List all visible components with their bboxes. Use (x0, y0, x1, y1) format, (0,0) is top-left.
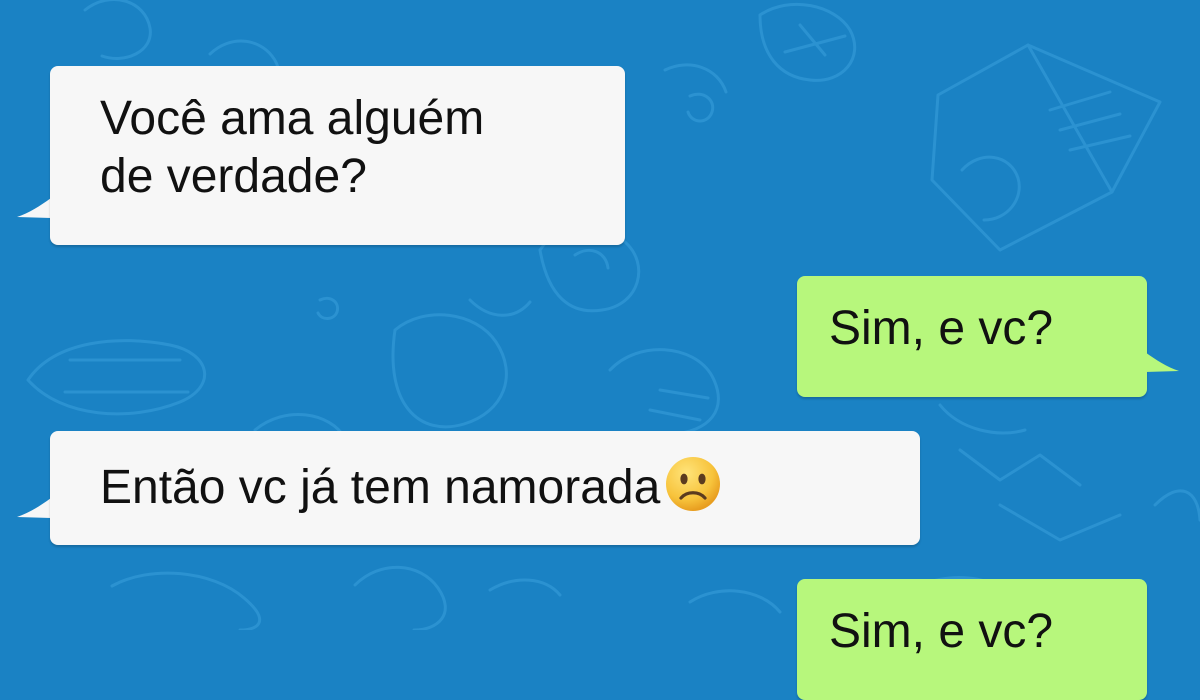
outgoing-message-bubble[interactable]: Sim, e vc? (797, 276, 1147, 397)
message-text: Sim, e vc? (829, 302, 1054, 355)
message-text: Então vc já tem namorada (100, 461, 661, 514)
incoming-message-bubble[interactable]: Então vc já tem namorada (50, 431, 920, 545)
message-text-line: Você ama alguém (100, 92, 485, 145)
slightly-frowning-face-icon (666, 457, 721, 511)
incoming-bubble-tail (17, 498, 51, 518)
incoming-message-bubble[interactable]: Você ama alguém de verdade? (50, 66, 625, 245)
incoming-bubble-tail (17, 198, 51, 218)
outgoing-message-bubble[interactable]: Sim, e vc? (797, 579, 1147, 700)
message-text-with-emoji: Então vc já tem namorada (100, 455, 920, 517)
message-text: Sim, e vc? (829, 605, 1054, 658)
message-text-line: de verdade? (100, 150, 367, 203)
outgoing-bubble-tail (1145, 352, 1179, 372)
